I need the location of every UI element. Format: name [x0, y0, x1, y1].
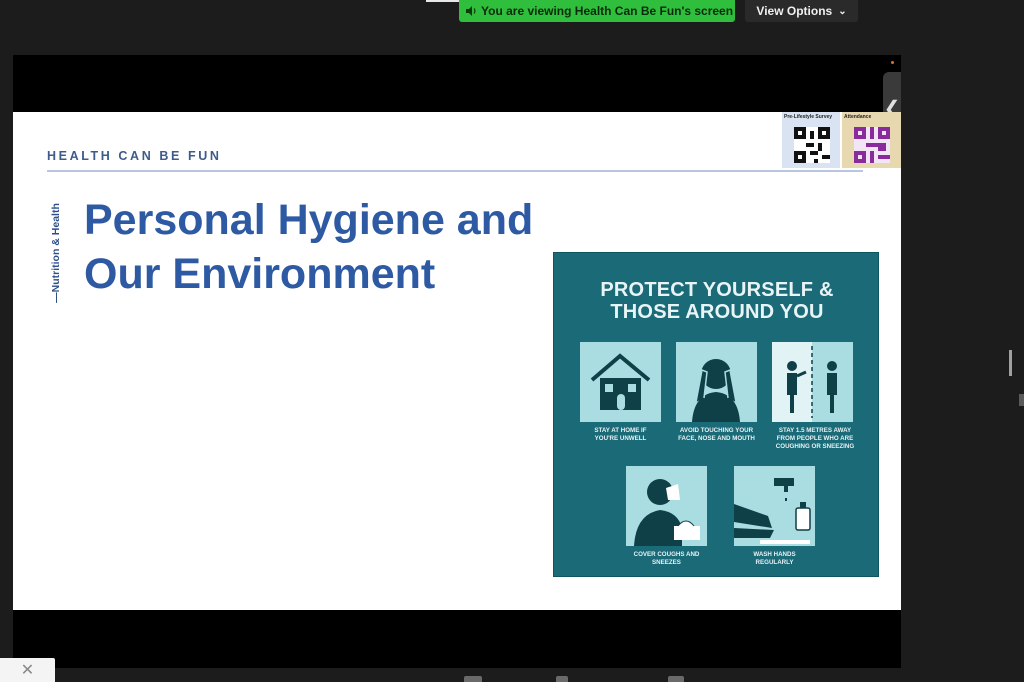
top-bar: You are viewing Health Can Be Fun's scre… — [0, 0, 1024, 24]
chevron-down-icon: ⌄ — [838, 5, 847, 17]
tip-wash-hands-caption: WASH HANDS REGULARLY — [724, 551, 825, 567]
tip-wash-hands-tile — [734, 466, 815, 546]
social-distance-icon — [772, 342, 837, 422]
vertical-category-label: —Nutrition & Health — [49, 200, 63, 308]
house-icon — [590, 353, 651, 410]
caption-line: REGULARLY — [755, 559, 794, 566]
caption-line: WASH HANDS — [753, 551, 796, 558]
slide-title: Personal Hygiene and Our Environment — [84, 193, 584, 301]
tip-cover-cough-caption: COVER COUGHS AND SNEEZES — [616, 551, 717, 567]
tip-avoid-touching-caption: AVOID TOUCHING YOUR FACE, NOSE AND MOUTH — [666, 427, 767, 443]
side-panel-edge — [1019, 394, 1024, 406]
close-icon: ✕ — [20, 662, 35, 679]
presentation-slide: HEALTH CAN BE FUN —Nutrition & Health Pe… — [13, 112, 901, 610]
face-touch-icon — [692, 359, 740, 422]
qr-code-icon — [854, 127, 890, 163]
toolbar-icon[interactable] — [668, 676, 684, 682]
panel-resize-handle[interactable] — [1009, 350, 1012, 376]
attendance-qr-card: Attendance — [842, 112, 901, 168]
caption-line: AVOID TOUCHING YOUR — [679, 427, 754, 434]
caption-line: COUGHING OR SNEEZING — [775, 443, 855, 450]
tip-distance-tile — [772, 342, 853, 422]
survey-qr-label: Pre-Lifestyle Survey — [784, 114, 833, 120]
poster-title-line-1: PROTECT YOURSELF & — [600, 279, 834, 301]
caption-line: COVER COUGHS AND — [633, 551, 700, 558]
poster-title: PROTECT YOURSELF & THOSE AROUND YOU — [554, 279, 880, 323]
caption-line: STAY 1.5 METRES AWAY — [778, 427, 852, 434]
toolbar-icon[interactable] — [464, 676, 482, 682]
recording-indicator-dot — [891, 61, 894, 64]
hand-wash-icon — [734, 478, 811, 544]
hygiene-poster: PROTECT YOURSELF & THOSE AROUND YOU STAY… — [553, 252, 879, 577]
close-button[interactable]: ✕ — [0, 658, 55, 682]
view-options-label: View Options — [756, 4, 833, 18]
slide-title-line-1: Personal Hygiene and — [84, 196, 534, 244]
tip-stay-home-tile — [580, 342, 661, 422]
slide-title-line-2: Our Environment — [84, 250, 436, 298]
viewing-banner-text: You are viewing Health Can Be Fun's scre… — [481, 4, 734, 18]
tip-distance-caption: STAY 1.5 METRES AWAY FROM PEOPLE WHO ARE… — [762, 427, 868, 451]
attendance-qr-label: Attendance — [844, 114, 872, 120]
tissue-sneeze-icon — [634, 479, 700, 546]
caption-line: FACE, NOSE AND MOUTH — [678, 435, 755, 442]
qr-code-icon — [794, 127, 830, 163]
slide-brand: HEALTH CAN BE FUN — [47, 149, 222, 163]
caption-line: YOU'RE UNWELL — [594, 435, 647, 442]
zoom-meeting-window: You are viewing Health Can Be Fun's scre… — [0, 0, 1024, 682]
caption-line: STAY AT HOME IF — [594, 427, 647, 434]
speaker-icon — [466, 6, 476, 16]
tip-avoid-touching-tile — [676, 342, 757, 422]
toolbar-icon[interactable] — [556, 676, 568, 682]
poster-title-line-2: THOSE AROUND YOU — [610, 301, 824, 323]
header-rule — [47, 170, 863, 172]
tip-stay-home-caption: STAY AT HOME IF YOU'RE UNWELL — [570, 427, 671, 443]
tip-cover-cough-tile — [626, 466, 707, 546]
vertical-label-text: —Nutrition & Health — [50, 203, 62, 303]
viewing-screen-banner: You are viewing Health Can Be Fun's scre… — [459, 0, 735, 22]
caption-line: FROM PEOPLE WHO ARE — [776, 435, 854, 442]
survey-qr-card: Pre-Lifestyle Survey — [782, 112, 840, 168]
caption-line: SNEEZES — [652, 559, 681, 566]
view-options-button[interactable]: View Options ⌄ — [745, 0, 858, 22]
